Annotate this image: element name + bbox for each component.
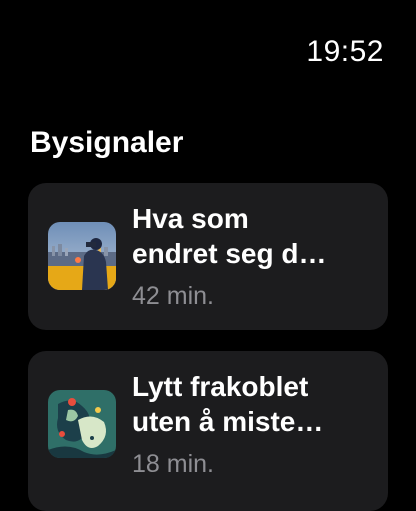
episode-card[interactable]: Lytt frakoblet uten å miste… 18 min.	[28, 351, 388, 511]
episode-title: Lytt frakoblet uten å miste…	[132, 371, 324, 437]
city-skyline-person-artwork	[48, 222, 116, 290]
section-title: Bysignaler	[30, 126, 184, 159]
episode-card[interactable]: Hva som endret seg d… 42 min.	[28, 183, 388, 330]
episode-duration: 18 min.	[132, 450, 214, 478]
episode-duration: 42 min.	[132, 282, 214, 310]
episode-title: Hva som endret seg d…	[132, 203, 327, 269]
abstract-map-artwork	[48, 390, 116, 458]
status-time: 19:52	[306, 35, 384, 68]
